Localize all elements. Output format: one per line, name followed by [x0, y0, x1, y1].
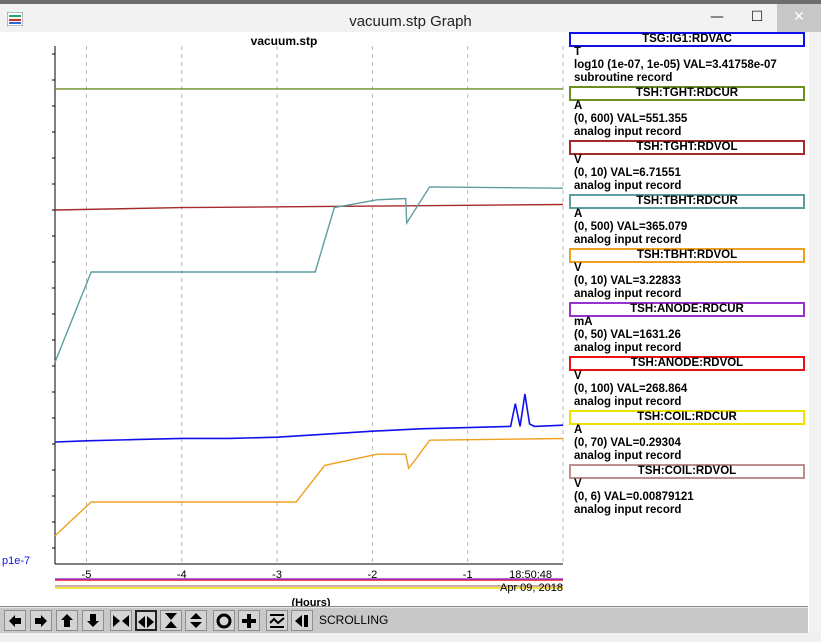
legend-entry-unit: A: [574, 424, 583, 436]
legend-entry-name[interactable]: TSH:TGHT:RDVOL: [569, 140, 805, 155]
x-tick-label: -4: [177, 569, 187, 581]
zoom-out-vertical-button[interactable]: [185, 610, 207, 631]
legend-entry-unit: V: [574, 154, 582, 166]
graph-toolbar: SCROLLING: [0, 607, 808, 634]
arrow-to-bar-icon: [295, 615, 308, 627]
legend-entry-record: analog input record: [574, 180, 682, 192]
series-line-tsh-tght-rdvol: [54, 203, 564, 211]
autoscale-icon: [269, 614, 285, 628]
zoom-in-horizontal-button[interactable]: [110, 610, 132, 631]
circle-icon: [216, 613, 232, 629]
legend-entry-value: (0, 100) VAL=268.864: [574, 383, 688, 395]
legend-entry-name[interactable]: TSH:COIL:RDCUR: [569, 410, 805, 425]
crosshair-button[interactable]: [238, 610, 260, 631]
legend-entry-value: (0, 600) VAL=551.355: [574, 113, 688, 125]
arrow-down-icon: [87, 614, 99, 627]
legend-entry-unit: A: [574, 208, 583, 220]
legend-entry-value: (0, 6) VAL=0.00879121: [574, 491, 694, 503]
legend-entry-name[interactable]: TSH:COIL:RDVOL: [569, 464, 805, 479]
minimize-button[interactable]: —: [697, 4, 737, 32]
close-icon: ✕: [793, 9, 805, 25]
legend-entry-name[interactable]: TSH:TGHT:RDCUR: [569, 86, 805, 101]
arrow-up-icon: [61, 614, 73, 627]
y-axis-label: p1e-7: [2, 555, 30, 567]
legend-entry-value: (0, 70) VAL=0.29304: [574, 437, 681, 449]
minimize-icon: —: [710, 9, 724, 25]
zoom-out-vertical-icon: [190, 613, 202, 628]
legend-entry-unit: V: [574, 370, 582, 382]
x-axis-label: (Hours): [291, 597, 330, 606]
legend-entry-name[interactable]: TSH:TBHT:RDCUR: [569, 194, 805, 209]
legend-entry-record: analog input record: [574, 504, 682, 516]
status-strip: [0, 633, 821, 642]
maximize-icon: ☐: [750, 9, 764, 25]
legend-entry[interactable]: TSH:COIL:RDCUR A (0, 70) VAL=0.29304 analog…: [569, 410, 807, 464]
legend-entry-unit: T: [574, 46, 582, 58]
window-titlebar: vacuum.stp Graph — ☐ ✕: [0, 4, 821, 32]
plot-area[interactable]: -5 -4 -3 -2 -1 18:50:48Apr 09, 2018 (Hours) p1e…: [0, 32, 568, 606]
end-time-label: 18:50:48: [509, 569, 552, 581]
legend-entry-value: log10 (1e-07, 1e-05) VAL=3.41758e-07: [574, 59, 777, 71]
x-tick-label: -1: [463, 569, 473, 581]
legend-entry-name[interactable]: TSH:ANODE:RDCUR: [569, 302, 805, 317]
legend-entry[interactable]: TSH:TGHT:RDVOL V (0, 10) VAL=6.71551 analog…: [569, 140, 807, 194]
legend-entry-record: analog input record: [574, 450, 682, 462]
window-right-edge: [809, 32, 821, 642]
legend-entry-record: analog input record: [574, 342, 682, 354]
legend-entry-value: (0, 500) VAL=365.079: [574, 221, 688, 233]
plus-icon: [242, 614, 256, 628]
legend-entry[interactable]: TSH:TBHT:RDCUR A (0, 500) VAL=365.079 analo…: [569, 194, 807, 248]
center-button[interactable]: [213, 610, 235, 631]
legend-entry-value: (0, 10) VAL=3.22833: [574, 275, 681, 287]
close-button[interactable]: ✕: [777, 4, 821, 32]
legend-entry-unit: V: [574, 478, 582, 490]
legend-entry-name[interactable]: TSG:IG1:RDVAC: [569, 32, 805, 47]
legend-entry[interactable]: TSH:COIL:RDVOL V (0, 6) VAL=0.00879121 anal…: [569, 464, 807, 518]
legend-entry[interactable]: TSH:ANODE:RDCUR mA (0, 50) VAL=1631.26 anal…: [569, 302, 807, 356]
mode-label: SCROLLING: [319, 613, 389, 627]
legend-entry[interactable]: TSH:TGHT:RDCUR A (0, 600) VAL=551.355 analo…: [569, 86, 807, 140]
legend-entry-name[interactable]: TSH:TBHT:RDVOL: [569, 248, 805, 263]
scroll-left-button[interactable]: [4, 610, 26, 631]
zoom-out-horizontal-button[interactable]: [135, 610, 157, 631]
legend-entry-record: analog input record: [574, 234, 682, 246]
end-date-label: Apr 09, 2018: [500, 582, 563, 594]
zoom-in-vertical-button[interactable]: [160, 610, 182, 631]
scroll-down-button[interactable]: [82, 610, 104, 631]
legend-entry-value: (0, 10) VAL=6.71551: [574, 167, 681, 179]
series-line-tsh-tbht-rdvol: [54, 437, 564, 537]
zoom-in-vertical-icon: [165, 613, 177, 628]
maximize-button[interactable]: ☐: [737, 4, 777, 32]
x-tick-label: -2: [367, 569, 377, 581]
x-tick-label: -5: [82, 569, 92, 581]
legend-entry[interactable]: TSH:ANODE:RDVOL V (0, 100) VAL=268.864 anal…: [569, 356, 807, 410]
legend-entry-record: analog input record: [574, 126, 682, 138]
legend-entry-record: analog input record: [574, 288, 682, 300]
scroll-up-button[interactable]: [56, 610, 78, 631]
legend-entry-record: subroutine record: [574, 72, 673, 84]
zoom-out-horizontal-icon: [138, 616, 154, 628]
scroll-right-button[interactable]: [30, 610, 52, 631]
legend-entry-value: (0, 50) VAL=1631.26: [574, 329, 681, 341]
graph-title: vacuum.stp: [250, 34, 318, 48]
legend-entry-record: analog input record: [574, 396, 682, 408]
arrow-left-icon: [9, 615, 21, 627]
zoom-in-horizontal-icon: [113, 615, 129, 627]
series-line-tsg-ig1-rdvac: [54, 393, 564, 443]
legend-entry-name[interactable]: TSH:ANODE:RDVOL: [569, 356, 805, 371]
legend-entry[interactable]: TSG:IG1:RDVAC Tlog10 (1e-07, 1e-05) VAL=3…: [569, 32, 807, 86]
x-tick-label: -3: [272, 569, 282, 581]
series-line-tsh-tbht-rdcur: [54, 186, 564, 363]
reset-button[interactable]: [291, 610, 313, 631]
arrow-right-icon: [35, 615, 47, 627]
legend-entry-unit: A: [574, 100, 583, 112]
autoscale-button[interactable]: [266, 610, 288, 631]
legend-entry-unit: V: [574, 262, 582, 274]
legend-entry[interactable]: TSH:TBHT:RDVOL V (0, 10) VAL=3.22833 analog…: [569, 248, 807, 302]
legend-entry-unit: mA: [574, 316, 593, 328]
